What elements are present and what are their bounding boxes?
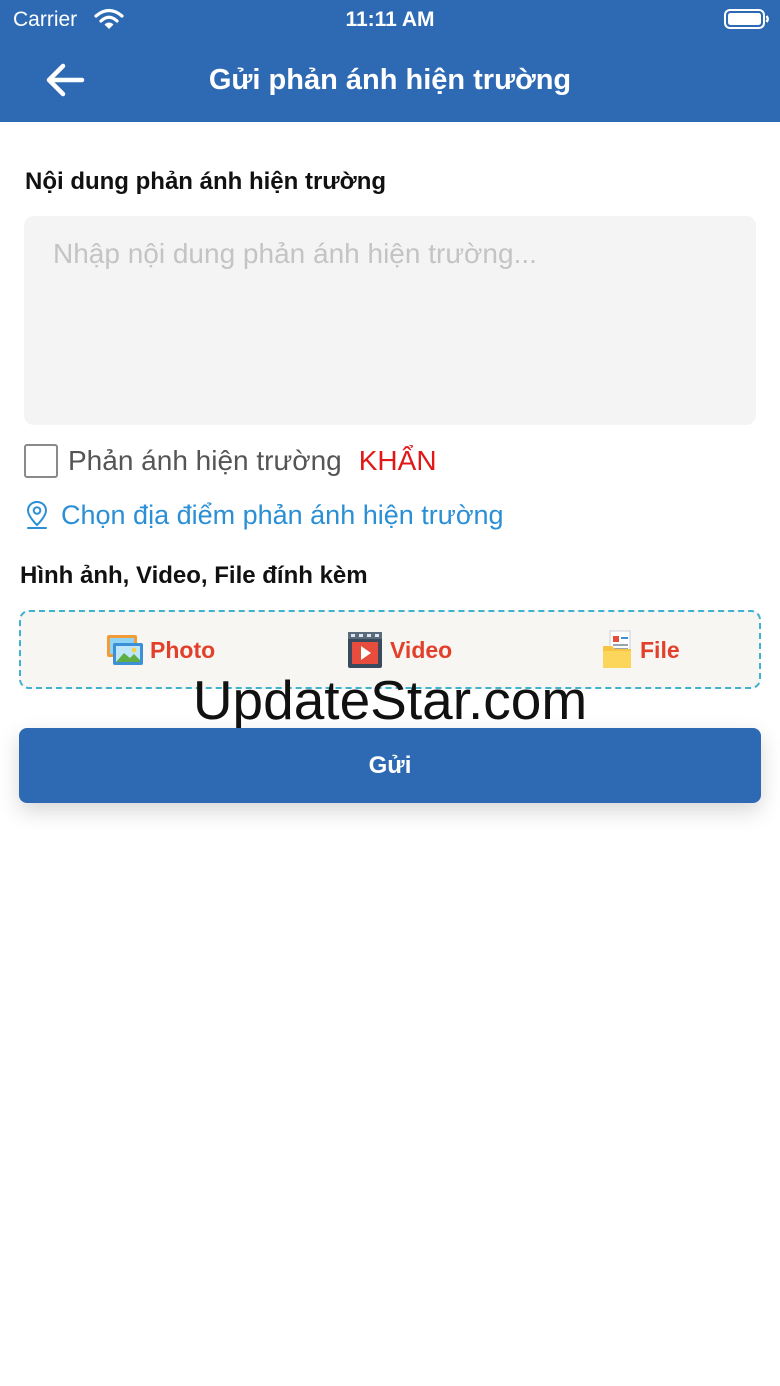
content-input[interactable] [24, 216, 756, 425]
urgent-tag: KHẨN [358, 445, 437, 476]
battery-icon [724, 9, 769, 29]
attachments-label: Hình ảnh, Video, File đính kèm [20, 562, 368, 589]
urgent-label: Phản ánh hiện trường [68, 445, 342, 476]
status-bar: Carrier 11:11 AM [0, 0, 780, 42]
photo-label: Photo [150, 636, 216, 663]
video-label: Video [390, 636, 453, 663]
urgent-row: Phản ánh hiện trường KHẨN [24, 443, 437, 479]
urgent-checkbox[interactable] [24, 444, 58, 478]
location-picker[interactable]: Chọn địa điểm phản ánh hiện trường [24, 498, 504, 532]
location-label: Chọn địa điểm phản ánh hiện trường [61, 499, 504, 530]
photo-icon [107, 635, 143, 665]
content-label: Nội dung phản ánh hiện trường [25, 168, 387, 195]
photo-button[interactable]: Photo [105, 630, 215, 670]
location-pin-icon [26, 500, 48, 529]
watermark-text: UpdateStar.com [192, 669, 588, 731]
video-icon [348, 632, 382, 668]
file-button[interactable]: File [601, 630, 680, 670]
app-header: Carrier 11:11 AM Gửi phản ánh hiện trườn… [0, 0, 780, 122]
clock: 11:11 AM [345, 8, 435, 31]
send-button[interactable]: Gửi [19, 728, 761, 803]
file-label: File [640, 636, 680, 663]
video-button[interactable]: Video [345, 630, 452, 670]
nav-bar: Gửi phản ánh hiện trường [0, 42, 780, 122]
content-input-box [24, 216, 756, 425]
file-folder-icon [603, 630, 631, 668]
page-title: Gửi phản ánh hiện trường [208, 64, 572, 96]
